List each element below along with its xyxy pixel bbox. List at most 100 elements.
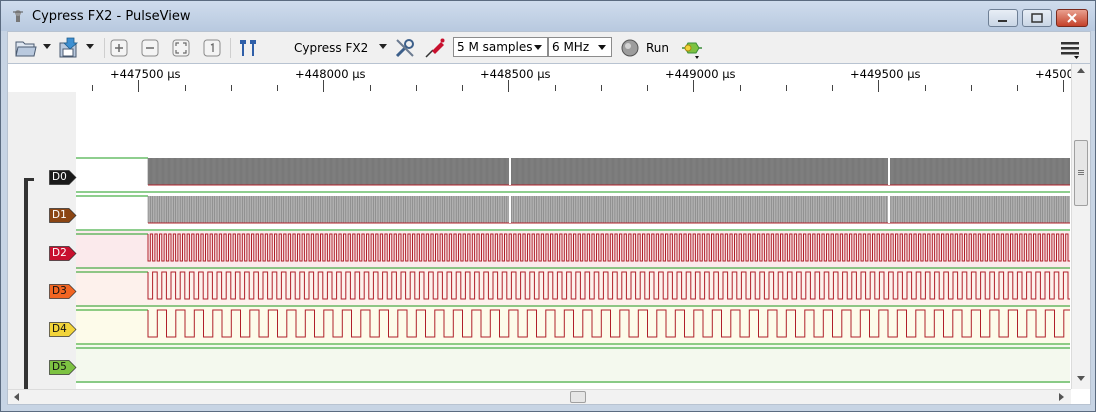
minimize-button[interactable]: [988, 9, 1018, 27]
horizontal-scroll-thumb[interactable]: [570, 391, 586, 403]
add-decoder-button[interactable]: [680, 36, 704, 60]
ruler-minor-tick: [1017, 85, 1018, 91]
cursors-icon: [240, 40, 256, 56]
zoom-one-to-one-button[interactable]: [200, 36, 224, 60]
horizontal-scrollbar[interactable]: [8, 389, 1071, 404]
zoom-in-icon: [110, 39, 128, 57]
minimize-icon: [998, 20, 1007, 22]
channel-lane-d4: [76, 307, 1070, 345]
app-icon: [13, 10, 23, 22]
ruler-minor-tick: [555, 85, 556, 91]
configure-device-button[interactable]: [393, 36, 417, 60]
channel-label-d0[interactable]: D0: [49, 170, 77, 185]
channel-header-panel: [8, 92, 76, 390]
probe-config-button[interactable]: [423, 36, 447, 60]
zoom-in-button[interactable]: [107, 36, 131, 60]
zoom-out-button[interactable]: [138, 36, 162, 60]
toolbar-separator: [230, 38, 231, 58]
ruler-minor-tick: [231, 85, 232, 91]
channel-lane-d5: [76, 345, 1070, 383]
ruler-minor-tick: [786, 85, 787, 91]
ruler-minor-tick: [277, 85, 278, 91]
decoder-icon: [682, 42, 702, 59]
channel-lane-d2: [76, 231, 1070, 269]
ruler-minor-tick: [601, 85, 602, 91]
ruler-minor-tick: [740, 85, 741, 91]
main-toolbar: Cypress FX2 5 M samples 6 MHz Run: [7, 31, 1091, 63]
time-ruler[interactable]: +447500 µs +448000 µs +448500 µs +449000 µs…: [8, 64, 1081, 92]
channel-label-d2[interactable]: D2: [49, 246, 77, 261]
pulseview-window: Cypress FX2 - PulseView Cypress FX2 5 M …: [0, 0, 1096, 412]
scroll-up-arrow[interactable]: [1077, 68, 1085, 73]
channel-label-d1[interactable]: D1: [49, 208, 77, 223]
channel-group-bracket-top: [24, 178, 34, 181]
ruler-major-tick: [138, 80, 139, 92]
scroll-left-arrow[interactable]: [14, 393, 19, 401]
ruler-tick-label: +447500 µs: [110, 67, 181, 81]
waveform-d0: [76, 157, 1070, 193]
waveform-d2: [76, 233, 1070, 269]
channel-label-d5[interactable]: D5: [49, 360, 77, 375]
channel-label-d4[interactable]: D4: [49, 322, 77, 337]
vertical-scrollbar[interactable]: [1071, 64, 1090, 389]
sample-rate-select[interactable]: 6 MHz: [548, 37, 612, 57]
channel-lane-d1: [76, 193, 1070, 231]
sample-count-value: 5 M samples: [457, 40, 533, 54]
ruler-minor-tick: [832, 85, 833, 91]
save-icon: [59, 37, 79, 58]
ruler-major-tick: [323, 80, 324, 92]
channel-name: D1: [52, 209, 67, 221]
device-selector[interactable]: Cypress FX2: [294, 41, 368, 55]
ruler-major-tick: [693, 80, 694, 92]
toolbar-separator: [104, 38, 105, 58]
ruler-minor-tick: [462, 85, 463, 91]
show-cursors-button[interactable]: [236, 36, 260, 60]
trace-view: +447500 µs +448000 µs +448500 µs +449000 µs…: [7, 63, 1091, 405]
ruler-minor-tick: [92, 85, 93, 91]
menu-button[interactable]: [1058, 36, 1082, 60]
zoom-one-to-one-icon: [203, 39, 221, 57]
open-button[interactable]: [14, 36, 38, 60]
probe-icon: [425, 38, 445, 58]
channel-name: D5: [52, 361, 67, 373]
zoom-fit-button[interactable]: [169, 36, 193, 60]
scroll-right-arrow[interactable]: [1059, 393, 1064, 401]
waveform-d5: [76, 347, 1070, 383]
ruler-minor-tick: [971, 85, 972, 91]
folder-icon: [15, 41, 37, 57]
channel-name: D3: [52, 285, 67, 297]
channel-lane-d3: [76, 269, 1070, 307]
vertical-scroll-thumb[interactable]: [1074, 140, 1088, 206]
ruler-minor-tick: [370, 85, 371, 91]
title-bar: Cypress FX2 - PulseView: [1, 1, 1095, 31]
scroll-down-arrow[interactable]: [1077, 376, 1085, 381]
channel-name: D2: [52, 247, 67, 259]
close-icon: [1067, 13, 1077, 23]
channel-lane-d0: [76, 155, 1070, 193]
device-dropdown-arrow[interactable]: [379, 44, 387, 49]
window-title: Cypress FX2 - PulseView: [32, 9, 191, 24]
chevron-down-icon: [534, 45, 542, 50]
ruler-minor-tick: [647, 85, 648, 91]
open-dropdown-arrow[interactable]: [43, 44, 51, 49]
channel-name: D0: [52, 171, 67, 183]
zoom-fit-icon: [172, 39, 190, 57]
channel-label-d3[interactable]: D3: [49, 284, 77, 299]
cursor-area: [76, 92, 1070, 155]
ruler-minor-tick: [416, 85, 417, 91]
maximize-button[interactable]: [1022, 9, 1052, 27]
close-button[interactable]: [1056, 9, 1088, 27]
run-status-icon: [621, 39, 639, 57]
zoom-out-icon: [141, 39, 159, 57]
ruler-major-tick: [1063, 80, 1064, 92]
ruler-tick-label: +448500 µs: [480, 67, 551, 81]
save-button[interactable]: [57, 36, 81, 60]
sample-count-select[interactable]: 5 M samples: [453, 37, 548, 57]
channel-name: D4: [52, 323, 67, 335]
save-dropdown-arrow[interactable]: [86, 44, 94, 49]
run-button[interactable]: Run: [619, 36, 679, 60]
hamburger-menu-icon: [1061, 42, 1079, 59]
channel-group-bracket: [24, 178, 28, 390]
chevron-down-icon: [598, 45, 606, 50]
waveform-d3: [76, 271, 1070, 307]
